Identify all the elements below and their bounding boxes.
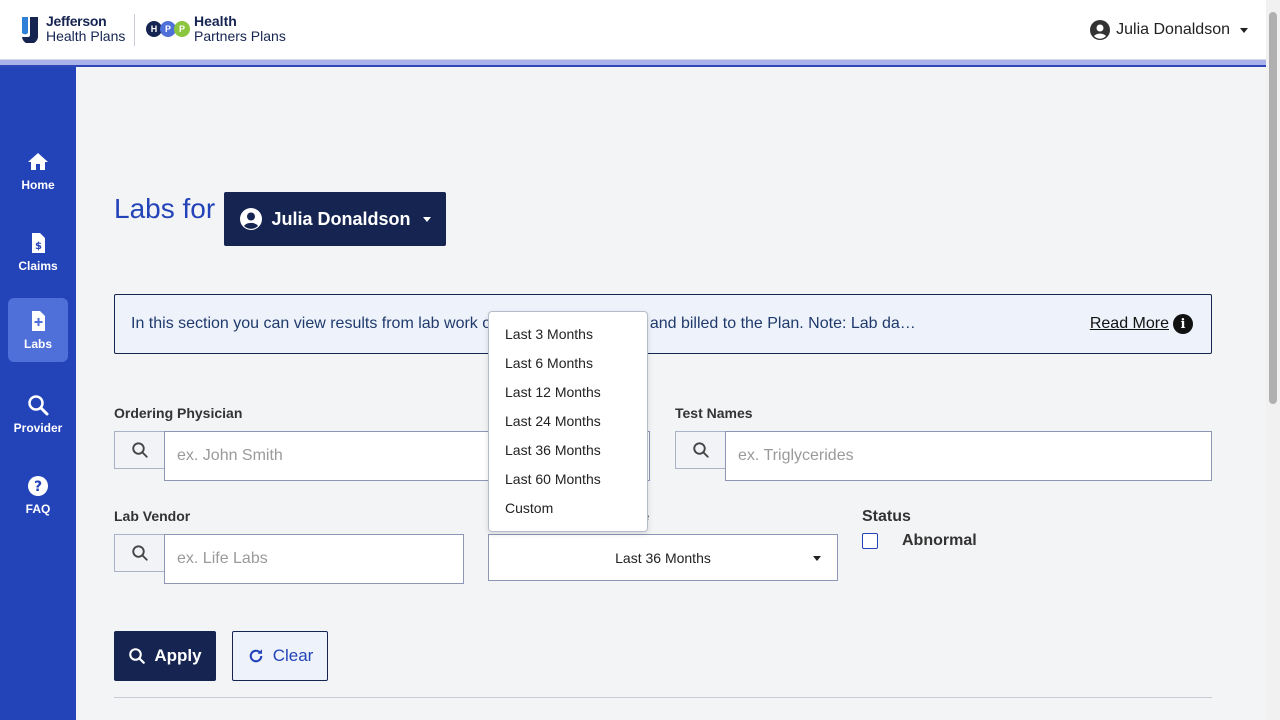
info-banner: In this section you can view results fro…: [114, 294, 1212, 354]
search-icon: [129, 648, 146, 664]
brand2-line2: Partners Plans: [194, 28, 286, 44]
sidebar-item-label: Home: [21, 178, 55, 192]
sidebar-item-label: Labs: [23, 337, 52, 351]
info-icon: i: [1173, 314, 1193, 334]
status-label: Status: [862, 508, 911, 525]
hpp-logo-icon: H P P: [146, 21, 190, 37]
hpp-logo[interactable]: H P P Health Partners Plans: [146, 14, 286, 44]
member-select-name: Julia Donaldson: [271, 208, 411, 229]
question-icon: ?: [28, 476, 48, 496]
search-icon: [675, 431, 725, 469]
dropdown-option[interactable]: Last 6 Months: [489, 349, 647, 378]
read-more-link[interactable]: Read More i: [1090, 314, 1193, 334]
sidebar-item-label: Claims: [18, 259, 58, 273]
user-menu[interactable]: Julia Donaldson: [1090, 20, 1248, 40]
sidebar-item-label: FAQ: [25, 502, 51, 516]
labs-icon: [32, 311, 45, 331]
apply-button[interactable]: Apply: [114, 631, 216, 681]
main-content: Labs for Julia Donaldson In this section…: [76, 67, 1266, 720]
test-names-group: [675, 431, 1212, 481]
member-select-button[interactable]: Julia Donaldson: [224, 192, 446, 246]
lab-vendor-label: Lab Vendor: [114, 508, 191, 524]
scrollbar-thumb[interactable]: [1269, 12, 1277, 404]
user-avatar-icon: [240, 208, 263, 230]
refresh-icon: [249, 649, 262, 663]
jefferson-logo-icon: [22, 17, 39, 43]
info-banner-text-end: er and billed to the Plan. Note: Lab da…: [631, 315, 916, 332]
sidebar-item-labs[interactable]: Labs: [8, 298, 68, 362]
info-banner-text-start: In this section you can view results fro…: [131, 315, 492, 332]
chevron-down-icon: [1240, 27, 1248, 33]
chevron-down-icon: [422, 216, 431, 222]
user-avatar-icon: [1090, 20, 1111, 40]
user-menu-name: Julia Donaldson: [1116, 21, 1230, 38]
page-scrollbar[interactable]: [1266, 0, 1280, 720]
svg-text:?: ?: [34, 479, 42, 495]
read-more-label: Read More: [1089, 315, 1169, 332]
date-range-dropdown-menu: Last 3 Months Last 6 Months Last 12 Mont…: [488, 311, 648, 532]
home-icon: [28, 153, 48, 170]
dropdown-option[interactable]: Last 60 Months: [489, 465, 647, 494]
brand1-line1: Jefferson: [46, 13, 107, 29]
date-range-select[interactable]: Last 36 Months: [488, 534, 838, 581]
page-title: Labs for: [114, 193, 216, 224]
brand1-line2: Health Plans: [46, 28, 126, 44]
clear-button-label: Clear: [272, 646, 314, 665]
svg-text:$: $: [35, 241, 42, 252]
lab-vendor-input[interactable]: [164, 534, 464, 584]
search-icon: [114, 431, 164, 469]
dropdown-option[interactable]: Last 24 Months: [489, 407, 647, 436]
brand-divider: [134, 14, 135, 46]
sidebar-item-provider[interactable]: Provider: [8, 382, 68, 446]
test-names-label: Test Names: [675, 405, 753, 421]
lab-vendor-group: [114, 534, 464, 584]
hpp-dot: P: [174, 21, 190, 37]
abnormal-checkbox-label[interactable]: Abnormal: [902, 532, 977, 550]
divider: [114, 697, 1212, 698]
search-icon: [28, 395, 49, 416]
abnormal-checkbox[interactable]: [862, 533, 878, 549]
dropdown-option[interactable]: Last 36 Months: [489, 436, 647, 465]
clear-button[interactable]: Clear: [232, 631, 328, 681]
sidebar: Home $ Claims Labs Provider ? FAQ: [0, 67, 76, 720]
top-header: Jefferson Health Plans H P P Health Part…: [0, 0, 1266, 60]
ordering-physician-label: Ordering Physician: [114, 405, 243, 421]
search-icon: [114, 534, 164, 572]
brand2-line1: Health: [194, 13, 237, 29]
date-range-value: Last 36 Months: [615, 549, 711, 566]
apply-button-label: Apply: [154, 646, 202, 665]
sidebar-item-claims[interactable]: $ Claims: [8, 220, 68, 284]
dropdown-option[interactable]: Custom: [489, 494, 647, 523]
dropdown-option[interactable]: Last 3 Months: [489, 320, 647, 349]
sidebar-item-faq[interactable]: ? FAQ: [8, 463, 68, 527]
dropdown-option[interactable]: Last 12 Months: [489, 378, 647, 407]
claims-icon: $: [32, 233, 45, 253]
header-accent-line: [0, 60, 1266, 67]
chevron-down-icon: [813, 556, 821, 561]
sidebar-item-home[interactable]: Home: [8, 139, 68, 203]
jefferson-logo[interactable]: Jefferson Health Plans: [20, 14, 125, 44]
test-names-input[interactable]: [725, 431, 1212, 481]
sidebar-item-label: Provider: [13, 421, 63, 435]
